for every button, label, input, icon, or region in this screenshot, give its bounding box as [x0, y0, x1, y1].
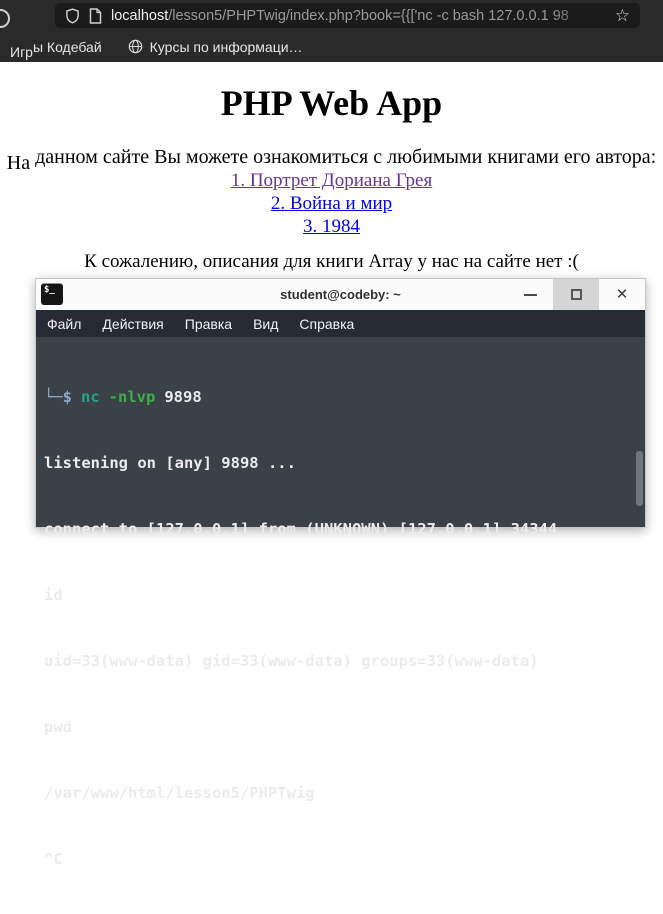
- bookmark-star-icon[interactable]: ☆: [615, 7, 630, 24]
- command-nc: nc: [81, 388, 100, 406]
- url-path: /lesson5/PHPTwig/index.php?book={{['nc -…: [168, 7, 569, 24]
- command-flags: -nlvp: [108, 388, 156, 406]
- prompt-line: └─$ nc -nlvp 9898: [44, 386, 645, 408]
- menu-actions[interactable]: Действия: [102, 316, 163, 332]
- bookmark-label-lead: Игр: [10, 43, 33, 60]
- close-button[interactable]: ✕: [599, 279, 645, 310]
- bookmarks-bar: Игры Кодебай Курсы по информаци…: [0, 31, 663, 62]
- browser-toolbar: localhost/lesson5/PHPTwig/index.php?book…: [0, 0, 663, 31]
- shell-prompt: └─$: [44, 388, 72, 406]
- terminal-titlebar[interactable]: $_ student@codeby: ~ ✕: [36, 279, 645, 310]
- url-host: localhost: [111, 7, 169, 24]
- terminal-menubar: Файл Действия Правка Вид Справка: [36, 310, 645, 337]
- page-title: PHP Web App: [220, 83, 443, 123]
- book-link-1[interactable]: 1. Портрет Дориана Грея: [0, 169, 663, 192]
- output-line: connect to [127.0.0.1] from (UNKNOWN) [1…: [44, 520, 558, 538]
- url-text[interactable]: localhost/lesson5/PHPTwig/index.php?book…: [111, 8, 606, 24]
- output-line: uid=33(www-data) gid=33(www-data) groups…: [44, 652, 539, 670]
- terminal-app-icon: $_: [41, 283, 63, 305]
- address-bar[interactable]: localhost/lesson5/PHPTwig/index.php?book…: [55, 3, 640, 28]
- book-link-2[interactable]: 2. Война и мир: [0, 192, 663, 215]
- book-link-3[interactable]: 3. 1984: [0, 215, 663, 238]
- terminal-window: $_ student@codeby: ~ ✕ Файл Действия Пра…: [35, 278, 646, 868]
- bookmark-label: Курсы по информаци…: [149, 38, 303, 55]
- output-line: /var/www/html/lesson5/PHPTwig: [44, 784, 315, 802]
- book-links: 1. Портрет Дориана Грея 2. Война и мир 3…: [0, 169, 663, 238]
- minimize-button[interactable]: [507, 279, 553, 310]
- maximize-icon: [570, 289, 582, 300]
- window-controls: ✕: [507, 279, 645, 310]
- output-line: pwd: [44, 718, 72, 736]
- menu-edit[interactable]: Правка: [185, 316, 232, 332]
- globe-icon: [128, 39, 142, 54]
- shield-icon[interactable]: [65, 7, 80, 24]
- output-line: listening on [any] 9898 ...: [44, 454, 296, 472]
- missing-book-note: К сожалению, описания для книги Array у …: [84, 251, 579, 272]
- menu-file[interactable]: Файл: [47, 316, 81, 332]
- page-icon[interactable]: [89, 7, 102, 24]
- bookmark-item-courses[interactable]: Курсы по информаци…: [128, 39, 303, 55]
- bookmark-item-kodebay[interactable]: Игры Кодебай: [10, 38, 102, 60]
- command-port: 9898: [164, 388, 202, 406]
- intro-text: На данном сайте Вы можете ознакомиться с…: [0, 145, 663, 174]
- menu-view[interactable]: Вид: [253, 316, 278, 332]
- maximize-button[interactable]: [553, 279, 599, 310]
- close-icon: ✕: [615, 286, 629, 303]
- intro-rest: данном сайте Вы можете ознакомиться с лю…: [30, 146, 657, 168]
- minimize-icon: [523, 293, 537, 296]
- partial-toolbar-icon: [0, 9, 10, 28]
- terminal-output[interactable]: └─$ nc -nlvp 9898 listening on [any] 9898 .…: [36, 337, 645, 914]
- output-line: id: [44, 586, 63, 604]
- menu-help[interactable]: Справка: [299, 316, 354, 332]
- intro-lead: На: [6, 152, 31, 174]
- terminal-scrollbar-thumb[interactable]: [636, 451, 643, 506]
- bookmark-label-rest: ы Кодебай: [32, 38, 102, 55]
- output-line-partial: ^C: [44, 850, 63, 868]
